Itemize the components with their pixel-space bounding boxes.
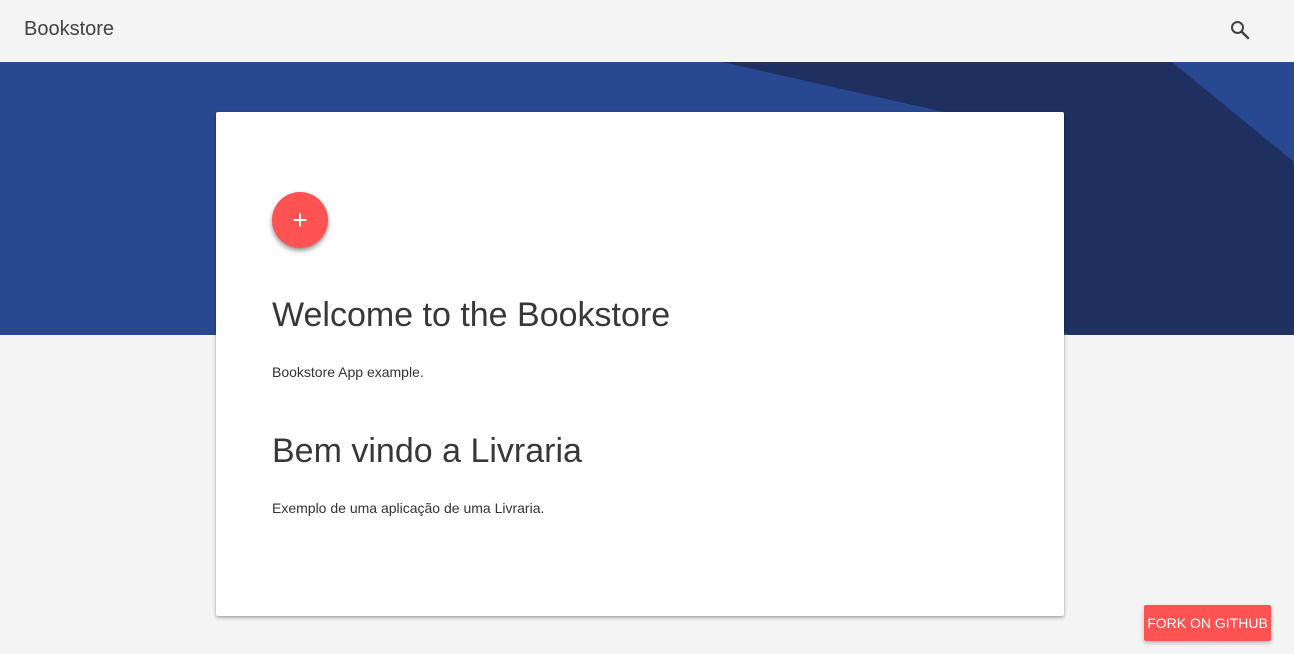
bem-vindo-heading: Bem vindo a Livraria bbox=[272, 432, 582, 470]
search-button[interactable] bbox=[1222, 12, 1258, 48]
welcome-heading: Welcome to the Bookstore bbox=[272, 296, 671, 334]
fork-on-github-button[interactable]: FORK ON GITHUB bbox=[1144, 605, 1271, 641]
plus-icon bbox=[293, 213, 307, 227]
welcome-card: Welcome to the Bookstore Bookstore App e… bbox=[216, 112, 1064, 616]
welcome-text: Bookstore App example. bbox=[272, 364, 424, 380]
app-title: Bookstore bbox=[24, 18, 115, 40]
bem-vindo-text: Exemplo de uma aplicação de uma Livraria… bbox=[272, 500, 545, 516]
search-icon bbox=[1231, 21, 1250, 40]
app-header: Bookstore bbox=[0, 0, 1294, 62]
add-button[interactable] bbox=[272, 192, 328, 248]
